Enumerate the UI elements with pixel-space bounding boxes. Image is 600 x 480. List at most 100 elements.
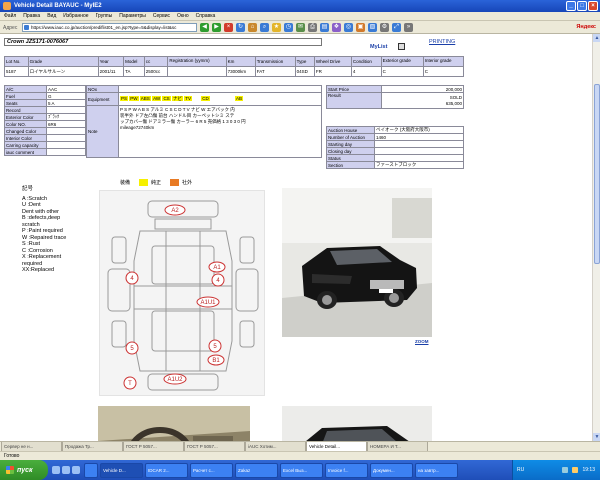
auction-value (374, 154, 464, 162)
menu-view[interactable]: Вид (47, 13, 56, 19)
quick-launch-icon[interactable] (52, 466, 60, 474)
menu-favorites[interactable]: Избранное (63, 13, 88, 19)
lot-value-cell: 73000km (225, 66, 256, 77)
lot-value-cell: 4 (350, 66, 382, 77)
group-icon[interactable]: ❖ (332, 23, 341, 32)
zoom-link[interactable]: ZOOM (415, 339, 429, 344)
spec-value: AAC (46, 85, 86, 93)
spec-label: Color NO. (4, 120, 47, 128)
image-icon[interactable]: ▧ (368, 23, 377, 32)
taskbar-item[interactable] (84, 462, 98, 478)
menu-groups[interactable]: Группы (96, 13, 113, 19)
url-text: https://www.iauc.co.jp/auction/prediflis… (31, 25, 177, 30)
printing-link[interactable]: PRINTING (429, 39, 455, 45)
refresh-icon[interactable]: ↻ (236, 23, 245, 32)
equip-tag: AW (152, 96, 162, 101)
stop-icon[interactable]: × (224, 23, 233, 32)
auction-value: ベイオーク (大阪府大阪市) (374, 126, 464, 134)
home-icon[interactable]: ⌂ (248, 23, 257, 32)
lot-value-cell: TA (123, 66, 145, 77)
language-indicator[interactable]: RU (517, 467, 524, 473)
price-table: Start Price 200,000 Result SOLD 635,000 (326, 85, 464, 109)
proxy-icon[interactable]: ◎ (344, 23, 353, 32)
interior-photo-svg (98, 406, 250, 441)
auction-value (374, 147, 464, 155)
close-button[interactable]: × (588, 1, 598, 11)
mail-icon[interactable]: ✉ (296, 23, 305, 32)
lot-value-cell: FAT (254, 66, 296, 77)
popup-icon[interactable]: ▣ (356, 23, 365, 32)
app-icon (3, 2, 11, 10)
vehicle-photo-interior[interactable] (98, 406, 250, 441)
taskbar-item[interactable]: Докумен... (370, 462, 413, 478)
start-button[interactable]: пуск (0, 460, 48, 480)
menu-help[interactable]: Справка (196, 13, 216, 19)
menu-edit[interactable]: Правка (23, 13, 40, 19)
codes-title: 記号 (22, 186, 34, 192)
yandex-search-label[interactable]: Яндекс (576, 24, 596, 30)
taskbar-item[interactable]: Invoice f... (325, 462, 368, 478)
fullscreen-icon[interactable]: ⤢ (392, 23, 401, 32)
equip-tag: TV (184, 96, 192, 101)
lot-value-cell: C (422, 66, 465, 77)
scroll-down-icon[interactable]: ▼ (593, 433, 600, 441)
menu-tools[interactable]: Сервис (153, 13, 170, 19)
more-icon[interactable]: » (404, 23, 413, 32)
minimize-button[interactable]: _ (566, 1, 576, 11)
taskbar-item[interactable]: на завтр... (415, 462, 458, 478)
spec-label: Fuel (4, 92, 47, 100)
lot-header-cell: Type (294, 56, 315, 67)
vehicle-photo-rear[interactable] (282, 406, 432, 441)
spec-label: Record (4, 106, 47, 114)
menu-options[interactable]: Параметры (119, 13, 146, 19)
auction-table: Auction House ベイオーク (大阪府大阪市) Number of Au… (326, 126, 464, 169)
taskbar-item[interactable]: IDCAR 2... (145, 462, 188, 478)
scroll-up-icon[interactable]: ▲ (593, 34, 600, 42)
start-price-value: 200,000 (381, 85, 464, 93)
print-icon[interactable]: ⎙ (308, 23, 317, 32)
tabs-icon[interactable]: ▤ (320, 23, 329, 32)
taskbar-item[interactable]: Excel Выз... (280, 462, 323, 478)
lot-header-cell: Registration (yymm) (167, 56, 227, 67)
legend-label: 装備 (120, 180, 131, 186)
tray-icon[interactable] (562, 467, 569, 473)
auction-value (374, 140, 464, 148)
mylist-checkbox[interactable] (398, 43, 405, 50)
damage-mark: A1 (213, 265, 221, 271)
taskbar-item[interactable]: Zakaz (235, 462, 278, 478)
forward-icon[interactable]: ▶ (212, 23, 221, 32)
lot-header-cell: Interior grade (422, 56, 465, 67)
back-icon[interactable]: ◀ (200, 23, 209, 32)
lot-value-cell: 2500cc (143, 66, 169, 77)
damage-mark: A1U1 (200, 300, 216, 306)
code-item: XX:Replaced (22, 267, 55, 273)
mylist-link[interactable]: MyList (370, 44, 387, 50)
lot-header-cell: Km (225, 56, 256, 67)
tray-icon[interactable] (572, 467, 579, 473)
favorites-icon[interactable]: ★ (272, 23, 281, 32)
taskbar-item[interactable]: Расчет с... (190, 462, 233, 478)
search-icon[interactable]: ⌕ (260, 23, 269, 32)
spec-label: Changed Color (4, 127, 47, 135)
maximize-button[interactable]: □ (577, 1, 587, 11)
quick-launch-icon[interactable] (72, 466, 80, 474)
url-input[interactable]: https://www.iauc.co.jp/auction/prediflis… (22, 23, 197, 32)
equipment-label: Equipment (86, 92, 119, 106)
auction-label: Number of Auction (326, 133, 375, 141)
lot-header-cell: Condition (350, 56, 382, 67)
quick-launch-icon[interactable] (62, 466, 70, 474)
lot-header-cell: Year (97, 56, 125, 67)
vehicle-photo-main[interactable] (282, 188, 432, 337)
legend-aftermarket-label: 社外 (182, 180, 193, 186)
window-title: Vehicle Detail BAYAUC - MyIE2 (14, 3, 102, 9)
menu-window[interactable]: Окно (177, 13, 189, 19)
menu-file[interactable]: Файл (4, 13, 16, 19)
lot-value-cell: ロイヤルサルーン (27, 66, 99, 77)
settings-icon[interactable]: ⚙ (380, 23, 389, 32)
page-scrollbar[interactable]: ▲ ▼ (592, 34, 600, 441)
history-icon[interactable]: ◷ (284, 23, 293, 32)
spec-value: ﾌﾞﾗｯｸ (46, 113, 86, 121)
scrollbar-thumb[interactable] (594, 84, 600, 264)
spec-label: Interior Color (4, 134, 47, 142)
taskbar-item-active[interactable]: Vehicle D... (100, 462, 143, 478)
